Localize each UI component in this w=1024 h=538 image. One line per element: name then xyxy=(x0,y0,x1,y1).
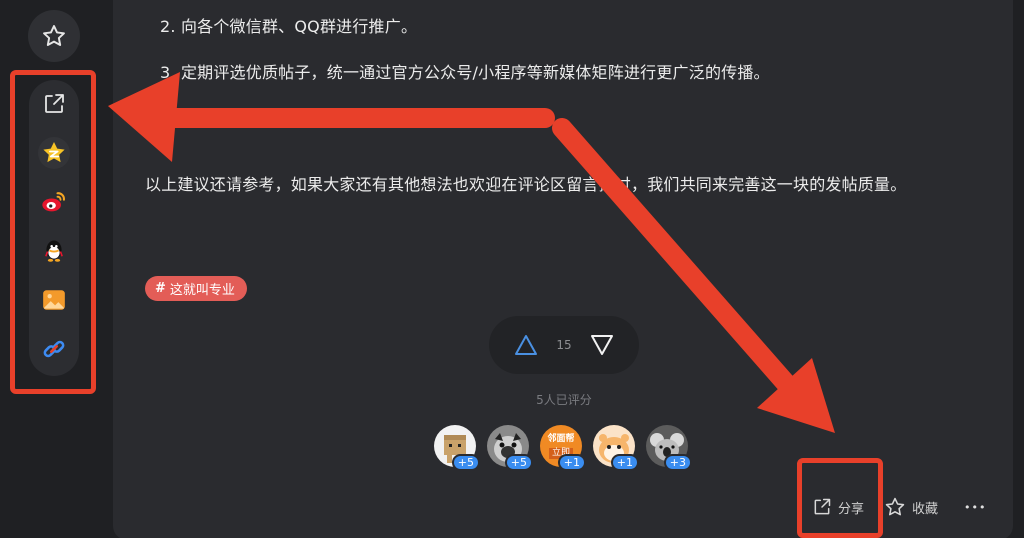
more-icon: ••• xyxy=(964,500,987,514)
more-button[interactable]: ••• xyxy=(964,501,986,514)
avatar-count-badge: +5 xyxy=(504,454,533,471)
favorite-button[interactable] xyxy=(28,10,80,62)
upvote-icon[interactable] xyxy=(514,334,538,356)
rating-summary: 5人已评分 xyxy=(536,393,592,407)
avatar-logo-text-top: 邻面帮 xyxy=(547,433,575,444)
downvote-icon[interactable] xyxy=(590,334,614,356)
topic-tag[interactable]: # 这就叫专业 xyxy=(145,276,247,301)
rater-avatar[interactable]: +3 xyxy=(646,425,692,471)
star-icon xyxy=(43,25,65,46)
rater-avatar[interactable]: 邻面帮 立即 +1 xyxy=(540,425,586,471)
tag-label: 这就叫专业 xyxy=(169,283,235,298)
avatar-count-badge: +1 xyxy=(610,454,639,471)
rater-avatar[interactable]: +5 xyxy=(487,425,533,471)
vote-count: 15 xyxy=(556,338,572,352)
article-line-3: 3. 定期评选优质帖子，统一通过官方公众号/小程序等新媒体矩阵进行更广泛的传播。 xyxy=(160,63,770,82)
rater-avatars: +5 +5 邻面帮 立即 +1 +1 +3 xyxy=(434,425,692,471)
rater-avatar[interactable]: +5 xyxy=(434,425,480,471)
article-closing-paragraph: 以上建议还请参考，如果大家还有其他想法也欢迎在评论区留言探讨，我们共同来完善这一… xyxy=(145,175,907,194)
star-outline-icon xyxy=(885,497,905,516)
avatar-count-badge: +5 xyxy=(451,454,480,471)
annotation-box-share-button xyxy=(797,458,883,538)
avatar-count-badge: +1 xyxy=(557,454,586,471)
rater-avatar[interactable]: +1 xyxy=(593,425,639,471)
annotation-box-share-panel xyxy=(10,70,96,394)
hash-icon: # xyxy=(155,281,166,296)
article-line-2: 2. 向各个微信群、QQ群进行推广。 xyxy=(160,17,418,36)
avatar-count-badge: +3 xyxy=(663,454,692,471)
collect-label: 收藏 xyxy=(912,501,939,517)
vote-control: 15 xyxy=(489,316,639,374)
collect-button[interactable]: 收藏 xyxy=(884,496,938,518)
